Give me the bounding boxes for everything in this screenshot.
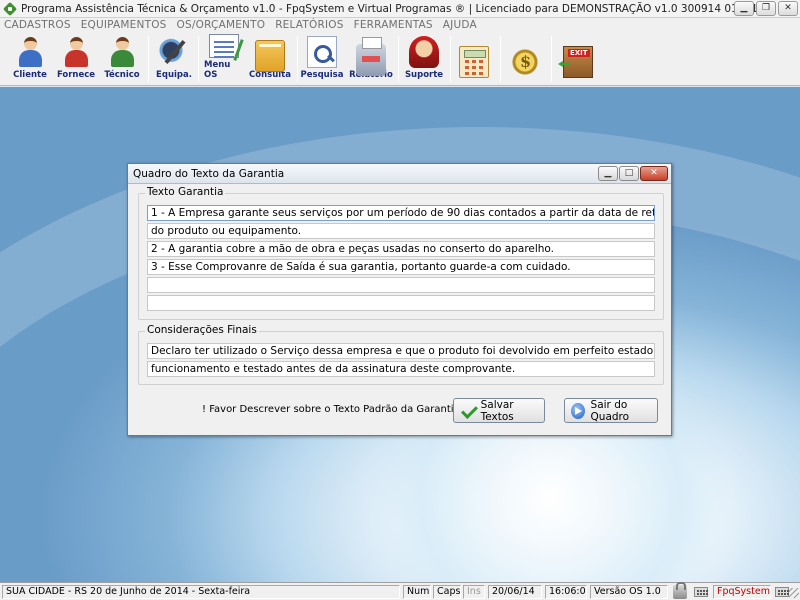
toolbar-separator [297,36,298,82]
minimize-button[interactable]: ▁ [734,1,754,16]
toolbar-separator [198,36,199,82]
status-bar: SUA CIDADE - RS 20 de Junho de 2014 - Se… [0,582,800,600]
equipment-tools-icon [159,36,189,68]
pesquisa-label: Pesquisa [300,70,344,80]
menu-os-label: Menu OS [204,60,231,80]
lock-icon[interactable] [673,582,687,599]
garantia-line-5-field[interactable] [147,277,655,293]
menu-cadastros[interactable]: CADASTROS [4,19,71,31]
client-person-icon [15,36,45,68]
menu-ajuda[interactable]: AJUDA [443,19,477,31]
finance-button[interactable] [507,34,543,84]
calculator-icon [459,46,489,78]
menu-relatorios[interactable]: RELATÓRIOS [275,19,343,31]
sair-do-quadro-label: Sair do Quadro [590,398,630,423]
texto-garantia-label: Texto Garantia [145,186,226,198]
salvar-textos-label: Salvar Textos [480,398,514,423]
close-button[interactable]: ✕ [778,1,798,16]
toolbar-separator [500,36,501,82]
status-brand: FpqSystem [713,585,771,599]
toolbar-separator [398,36,399,82]
search-magnifier-icon [307,36,337,68]
garantia-line-1-field[interactable]: 1 - A Empresa garante seus serviços por … [147,205,655,221]
restore-button[interactable]: ❐ [756,1,776,16]
consideracoes-line-1-field[interactable]: Declaro ter utilizado o Serviço dessa em… [147,343,655,359]
coin-dollar-icon [510,46,540,78]
exit-door-icon [563,46,593,78]
title-bar: Programa Assistência Técnica & Orçamento… [0,0,800,18]
menu-ferramentas[interactable]: FERRAMENTAS [354,19,433,31]
status-time: 16:06:03 [545,585,587,599]
menu-os-button[interactable]: Menu OS [204,34,244,84]
app-logo-icon [3,2,17,16]
hint-text: ! Favor Descrever sobre o Texto Padrão d… [202,404,463,415]
status-brand-text: FpqSystem [717,586,770,597]
garantia-line-3-field[interactable]: 2 - A garantia cobre a mão de obra e peç… [147,241,655,257]
cliente-button[interactable]: Cliente [10,34,50,84]
dialog-title: Quadro do Texto da Garantia [133,167,285,180]
suporte-label: Suporte [404,70,444,80]
toolbar-separator [450,36,451,82]
toolbar-separator [551,36,552,82]
equipa-button[interactable]: Equipa. [155,34,193,84]
consulta-button[interactable]: Consulta [249,34,291,84]
support-agent-icon [409,36,439,68]
menu-os-orcamento[interactable]: OS/ORÇAMENTO [177,19,266,31]
check-icon [460,403,475,419]
fornece-button[interactable]: Fornece [55,34,97,84]
consideracoes-finais-group: Considerações Finais Declaro ter utiliza… [138,324,664,385]
status-num: Num [403,585,431,599]
consideracoes-line-2-field[interactable]: funcionamento e testado antes de da assi… [147,361,655,377]
status-caps: Caps [433,585,461,599]
folder-icon [255,40,285,72]
dialog-maximize-button[interactable]: □ [619,166,639,181]
tecnico-label: Técnico [104,70,140,80]
technician-person-icon [107,36,137,68]
garantia-dialog: Quadro do Texto da Garantia ▁ □ ✕ Texto … [127,163,672,436]
cliente-label: Cliente [13,70,47,80]
equipa-label: Equipa. [156,70,192,80]
garantia-line-6-field[interactable] [147,295,655,311]
window-controls: ▁ ❐ ✕ [734,1,798,16]
status-date: 20/06/14 [488,585,542,599]
calculator-button[interactable] [456,34,492,84]
exit-button[interactable] [560,34,596,84]
status-city-date: SUA CIDADE - RS 20 de Junho de 2014 - Se… [2,585,400,599]
tecnico-button[interactable]: Técnico [102,34,142,84]
keyboard-icon[interactable] [694,587,708,597]
relatorio-button[interactable]: Relatório [349,34,393,84]
resize-grip-icon[interactable] [786,585,800,599]
pesquisa-button[interactable]: Pesquisa [300,34,344,84]
dialog-controls: ▁ □ ✕ [598,166,668,181]
toolbar: Cliente Fornece Técnico Equipa. Menu OS … [0,32,800,86]
service-order-doc-icon [209,34,239,58]
sair-do-quadro-button[interactable]: Sair do Quadro [564,398,658,423]
garantia-line-4-field[interactable]: 3 - Esse Comprovanre de Saída é sua gara… [147,259,655,275]
window-title: Programa Assistência Técnica & Orçamento… [21,2,775,15]
suporte-button[interactable]: Suporte [403,34,445,84]
toolbar-separator [148,36,149,82]
status-version: Versão OS 1.0 [590,585,668,599]
arrow-right-circle-icon [571,402,585,419]
dialog-close-button[interactable]: ✕ [640,166,668,181]
garantia-line-2-field[interactable]: do produto ou equipamento. [147,223,655,239]
printer-icon [356,37,386,76]
supplier-person-icon [61,36,91,68]
salvar-textos-button[interactable]: Salvar Textos [453,398,545,423]
texto-garantia-group: Texto Garantia 1 - A Empresa garante seu… [138,186,664,320]
consideracoes-finais-label: Considerações Finais [145,324,259,336]
fornece-label: Fornece [56,70,96,80]
menu-bar: CADASTROS EQUIPAMENTOS OS/ORÇAMENTO RELA… [0,18,800,32]
menu-equipamentos[interactable]: EQUIPAMENTOS [81,19,167,31]
dialog-title-bar[interactable]: Quadro do Texto da Garantia [128,164,671,184]
status-ins: Ins [463,585,485,599]
dialog-minimize-button[interactable]: ▁ [598,166,618,181]
